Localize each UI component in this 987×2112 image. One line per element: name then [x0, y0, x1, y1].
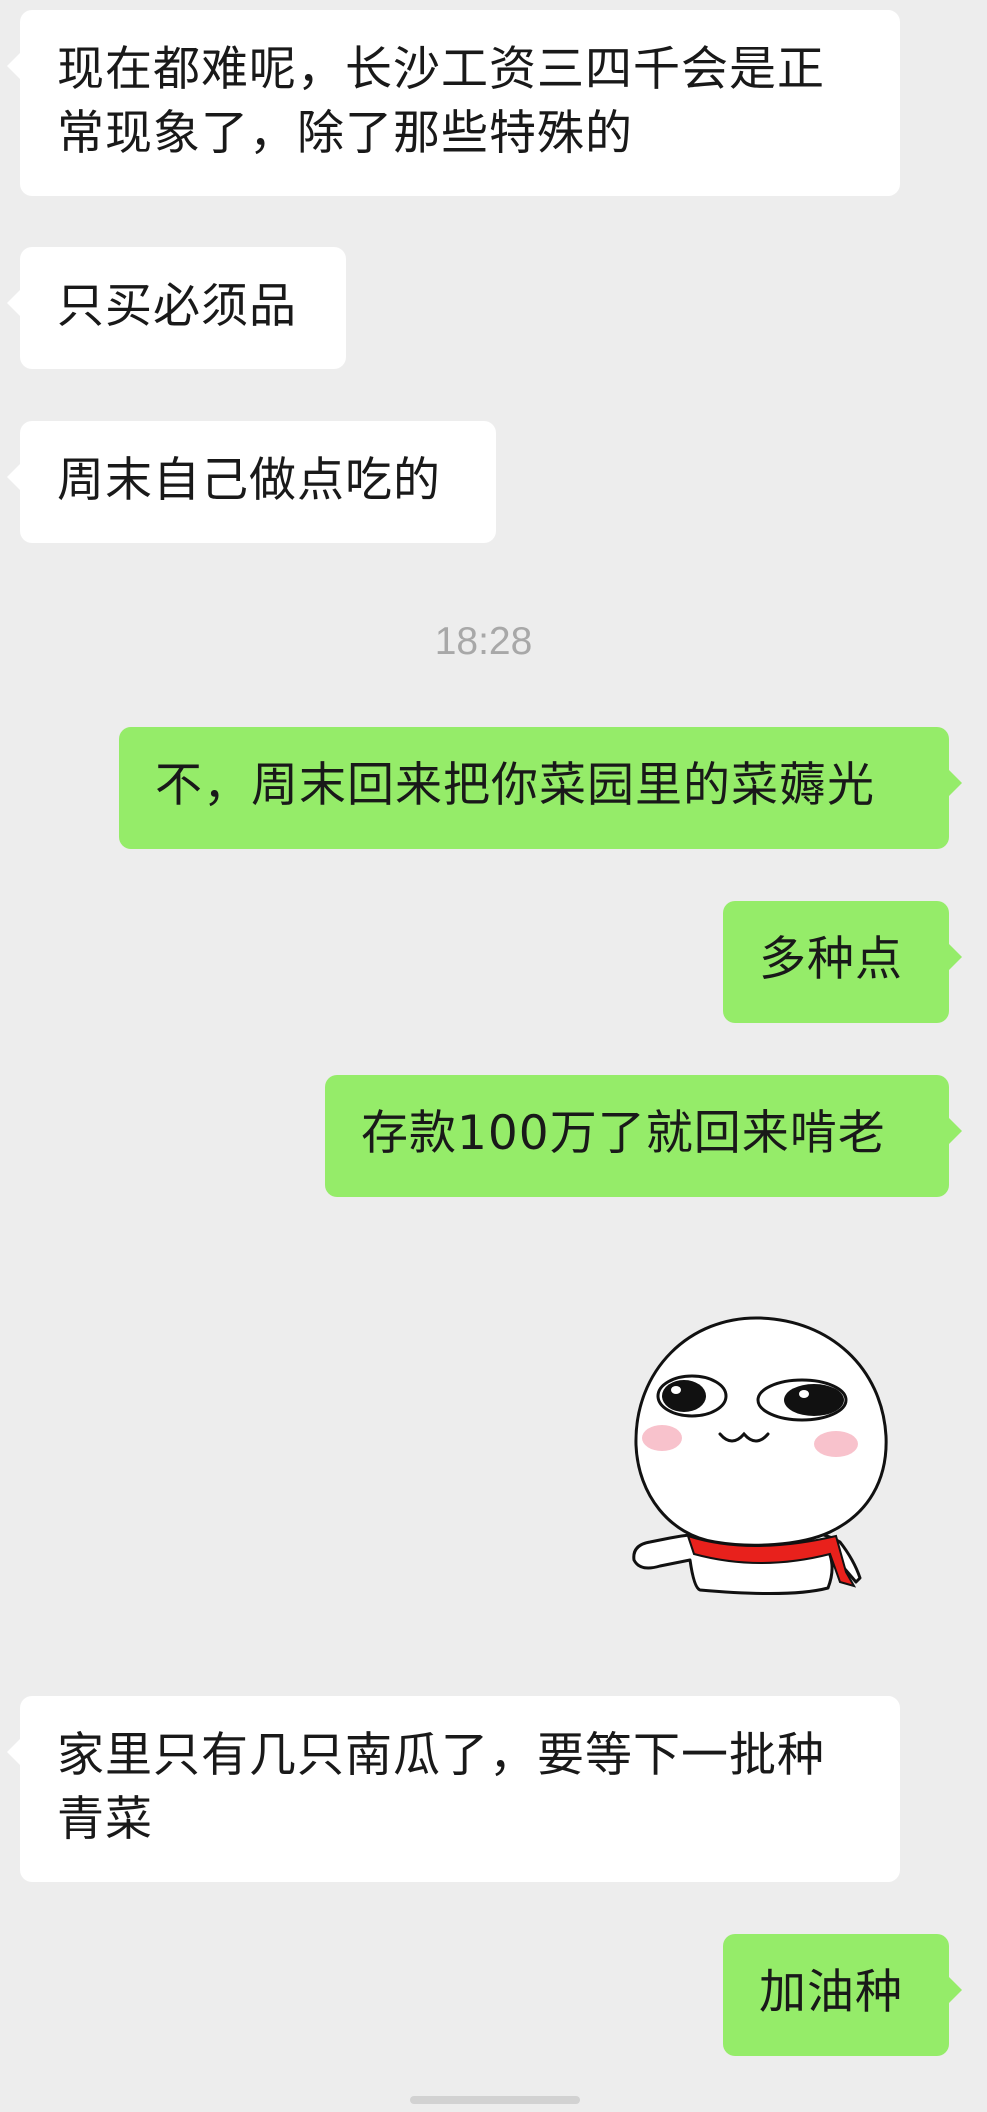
message-bubble-outgoing[interactable]: 多种点 [723, 901, 962, 1023]
message-text: 家里只有几只南瓜了，要等下一批种青菜 [57, 1728, 825, 1847]
message-text: 周末自己做点吃的 [57, 453, 441, 508]
message-text: 只买必须品 [57, 279, 297, 334]
message-bubble-outgoing[interactable]: 加油种 [723, 1934, 962, 2056]
message-bubble-outgoing[interactable]: 不，周末回来把你菜园里的菜薅光 [119, 727, 962, 849]
message-text: 多种点 [759, 932, 903, 987]
message-bubble-incoming[interactable]: 周末自己做点吃的 [7, 421, 496, 543]
message-timestamp: 18:28 [434, 620, 533, 663]
message-bubble-incoming[interactable]: 家里只有几只南瓜了，要等下一批种青菜 [7, 1696, 900, 1882]
message-text: 现在都难呢，长沙工资三四千会是正常现象了，除了那些特殊的 [57, 42, 825, 161]
message-bubble-incoming[interactable]: 只买必须品 [7, 247, 346, 369]
message-bubble-outgoing[interactable]: 存款100万了就回来啃老 [325, 1075, 962, 1197]
smiling-face-sticker[interactable] [630, 1310, 890, 1610]
message-text: 存款100万了就回来啃老 [361, 1106, 886, 1161]
message-bubble-incoming[interactable]: 现在都难呢，长沙工资三四千会是正常现象了，除了那些特殊的 [7, 10, 900, 196]
message-text: 加油种 [759, 1965, 903, 2020]
smiling-face-sticker-icon [632, 1316, 888, 1596]
message-text: 不，周末回来把你菜园里的菜薅光 [155, 758, 875, 813]
home-indicator[interactable] [410, 2096, 580, 2104]
